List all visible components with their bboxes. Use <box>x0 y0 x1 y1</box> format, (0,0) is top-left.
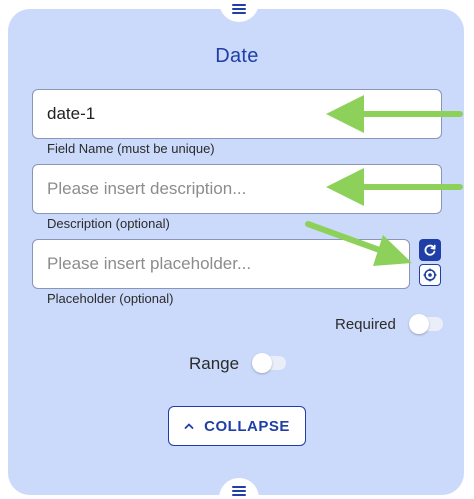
required-toggle[interactable] <box>409 314 443 334</box>
hamburger-icon <box>232 486 246 496</box>
range-toggle[interactable] <box>252 353 286 373</box>
panel-title: Date <box>215 45 259 67</box>
field-name-help: Field Name (must be unique) <box>47 141 215 156</box>
placeholder-input[interactable] <box>32 239 410 289</box>
field-name-input[interactable] <box>32 89 442 139</box>
collapse-button[interactable]: COLLAPSE <box>168 406 306 446</box>
description-help: Description (optional) <box>47 216 170 231</box>
target-icon <box>423 268 437 282</box>
refresh-icon <box>424 244 436 256</box>
toggle-knob <box>409 314 429 334</box>
chevron-up-icon <box>184 423 194 429</box>
collapse-label: COLLAPSE <box>204 417 290 435</box>
reset-placeholder-button[interactable] <box>419 239 441 261</box>
toggle-knob <box>252 353 272 373</box>
description-input[interactable] <box>32 164 442 214</box>
placeholder-picker-button[interactable] <box>419 264 441 286</box>
hamburger-icon <box>232 4 246 14</box>
placeholder-help: Placeholder (optional) <box>47 291 174 306</box>
required-label: Required <box>335 316 396 333</box>
range-label: Range <box>189 354 240 373</box>
